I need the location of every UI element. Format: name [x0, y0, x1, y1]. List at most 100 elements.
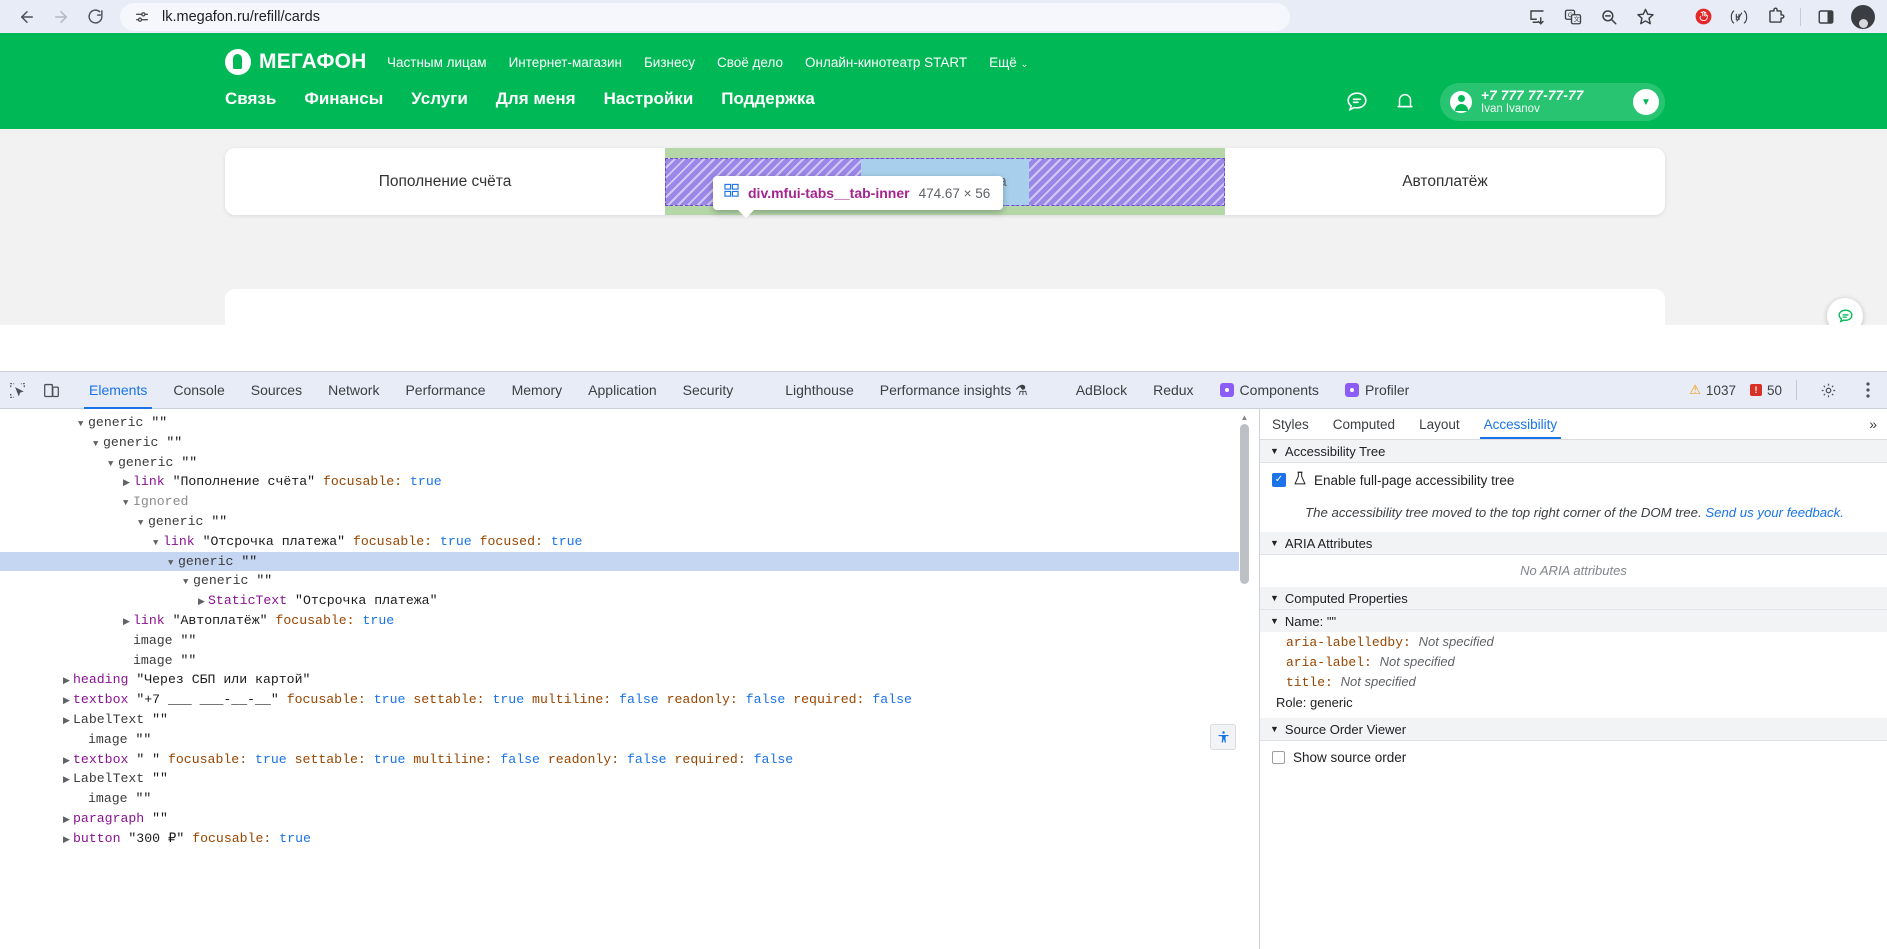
megafon-logo[interactable]: МЕГАФОН: [225, 49, 367, 75]
tab-profiler[interactable]: Profiler: [1332, 372, 1422, 409]
reload-button[interactable]: [78, 3, 112, 31]
sidebar-tab-styles[interactable]: Styles: [1260, 409, 1321, 439]
forward-button[interactable]: [44, 3, 78, 31]
back-button[interactable]: [10, 3, 44, 31]
a11y-tree-row[interactable]: ▼ generic "": [0, 433, 1250, 453]
warning-count[interactable]: ⚠ 1037: [1689, 382, 1736, 398]
a11y-tree-row[interactable]: ▼ generic "": [0, 453, 1250, 473]
tab-network[interactable]: Network: [315, 372, 392, 409]
tab-redux[interactable]: Redux: [1140, 372, 1206, 409]
expand-triangle-right-icon[interactable]: ▶: [123, 613, 133, 633]
tab-security[interactable]: Security: [670, 372, 747, 409]
sidebar-more-tabs-icon[interactable]: »: [1859, 409, 1887, 439]
adblock-icon[interactable]: [1692, 6, 1714, 28]
address-bar[interactable]: lk.megafon.ru/refill/cards: [120, 2, 1290, 31]
a11y-tree-row[interactable]: ▶ LabelText "": [0, 769, 1250, 789]
expand-triangle-right-icon[interactable]: ▶: [63, 831, 73, 851]
a11y-tree-row[interactable]: ▶ textbox "+7 ___ ___-__-__" focusable: t…: [0, 690, 1250, 710]
scroll-up-arrow-icon[interactable]: ▲: [1239, 412, 1250, 423]
a11y-tree-row[interactable]: image "": [0, 631, 1250, 651]
expand-triangle-down-icon[interactable]: ▼: [123, 494, 133, 514]
chat-bubble-icon[interactable]: [1344, 89, 1370, 115]
checkbox-checked-icon[interactable]: ✓: [1272, 473, 1286, 487]
feedback-link[interactable]: Send us your feedback.: [1705, 505, 1844, 520]
tab-performance-insights[interactable]: Performance insights ⚗: [867, 372, 1041, 409]
chat-support-icon[interactable]: [1827, 298, 1863, 325]
section-computed-properties[interactable]: ▼ Computed Properties: [1260, 587, 1887, 611]
zoom-out-icon[interactable]: [1598, 6, 1620, 28]
expand-triangle-down-icon[interactable]: ▼: [168, 554, 178, 574]
bookmark-star-icon[interactable]: [1634, 6, 1656, 28]
expand-triangle-down-icon[interactable]: ▼: [153, 534, 163, 554]
a11y-tree-row[interactable]: image "": [0, 789, 1250, 809]
a11y-tree-row[interactable]: ▶ link "Автоплатёж" focusable: true: [0, 611, 1250, 631]
tab-components[interactable]: Components: [1207, 372, 1332, 409]
a11y-tree-row[interactable]: ▶ paragraph "": [0, 809, 1250, 829]
section-aria-attributes[interactable]: ▼ ARIA Attributes: [1260, 532, 1887, 556]
expand-triangle-down-icon[interactable]: ▼: [138, 514, 148, 534]
sidebar-tab-layout[interactable]: Layout: [1407, 409, 1472, 439]
install-app-icon[interactable]: [1526, 6, 1548, 28]
a11y-tree-row[interactable]: image "": [0, 651, 1250, 671]
side-panel-icon[interactable]: [1815, 6, 1837, 28]
sidebar-tab-accessibility[interactable]: Accessibility: [1472, 409, 1570, 439]
expand-triangle-right-icon[interactable]: ▶: [63, 811, 73, 831]
top-link-own-business[interactable]: Своё дело: [717, 55, 783, 70]
expand-triangle-right-icon[interactable]: ▶: [63, 712, 73, 732]
a11y-tree-row[interactable]: ▼ generic "": [0, 413, 1250, 433]
expand-triangle-right-icon[interactable]: ▶: [63, 771, 73, 791]
accessibility-tree-pane[interactable]: ▼ generic "" ▼ generic "" ▼ generic "" ▶ link "…: [0, 409, 1250, 949]
a11y-tree-row[interactable]: ▶ LabelText "": [0, 710, 1250, 730]
a11y-tree-row[interactable]: ▶ textbox " " focusable: true settable: t…: [0, 750, 1250, 770]
a11y-tree-row[interactable]: ▼ Ignored: [0, 492, 1250, 512]
a11y-tree-row[interactable]: ▶ StaticText "Отсрочка платежа": [0, 591, 1250, 611]
nav-item-podderzhka[interactable]: Поддержка: [721, 89, 815, 109]
nav-item-finansy[interactable]: Финансы: [304, 89, 383, 109]
expand-triangle-down-icon[interactable]: ▼: [78, 415, 88, 435]
a11y-tree-row[interactable]: ▶ heading "Через СБП или картой": [0, 670, 1250, 690]
account-menu-button[interactable]: +7 777 77-77-77 Ivan Ivanov ▼: [1440, 83, 1665, 121]
notification-bell-icon[interactable]: [1392, 89, 1418, 115]
tab-console[interactable]: Console: [160, 372, 237, 409]
expand-triangle-right-icon[interactable]: ▶: [63, 692, 73, 712]
top-link-more[interactable]: Ещё ⌄: [989, 55, 1028, 70]
nav-item-nastroyki[interactable]: Настройки: [604, 89, 694, 109]
show-source-order-row[interactable]: Show source order: [1260, 741, 1887, 765]
a11y-tree-row[interactable]: ▶ link "Пополнение счёта" focusable: true: [0, 472, 1250, 492]
nav-item-dlya-menya[interactable]: Для меня: [496, 89, 576, 109]
top-link-shop[interactable]: Интернет-магазин: [509, 55, 622, 70]
site-settings-icon[interactable]: [130, 7, 154, 27]
a11y-tree-row[interactable]: ▼ link "Отсрочка платежа" focusable: true…: [0, 532, 1250, 552]
expand-triangle-down-icon[interactable]: ▼: [108, 455, 118, 475]
top-link-private[interactable]: Частным лицам: [387, 55, 487, 70]
hypothesis-icon[interactable]: [1728, 6, 1750, 28]
tab-sources[interactable]: Sources: [238, 372, 315, 409]
inspect-element-icon[interactable]: [0, 375, 34, 405]
gear-icon[interactable]: [1811, 375, 1845, 405]
tab-lighthouse[interactable]: Lighthouse: [772, 372, 867, 409]
expand-triangle-right-icon[interactable]: ▶: [198, 593, 208, 613]
nav-item-svyaz[interactable]: Связь: [225, 89, 276, 109]
tab-popolnenie-scheta[interactable]: Пополнение счёта: [225, 148, 665, 215]
translate-icon[interactable]: G文: [1562, 6, 1584, 28]
device-toolbar-icon[interactable]: [34, 375, 68, 405]
a11y-tree-row[interactable]: ▶ button "300 ₽" focusable: true: [0, 829, 1250, 849]
tab-performance[interactable]: Performance: [392, 372, 498, 409]
kebab-menu-icon[interactable]: [1859, 375, 1877, 405]
nav-item-uslugi[interactable]: Услуги: [411, 89, 468, 109]
expand-triangle-down-icon[interactable]: ▼: [183, 573, 193, 593]
tab-elements[interactable]: Elements: [76, 372, 160, 409]
enable-fullpage-a11y-row[interactable]: ✓ Enable full-page accessibility tree: [1272, 471, 1877, 489]
expand-triangle-down-icon[interactable]: ▼: [93, 435, 103, 455]
accessibility-person-icon[interactable]: [1210, 724, 1236, 750]
tab-application[interactable]: Application: [575, 372, 670, 409]
computed-name-row[interactable]: ▼ Name: "": [1260, 610, 1887, 633]
top-link-start[interactable]: Онлайн-кинотеатр START: [805, 55, 967, 70]
chevron-down-icon[interactable]: ▼: [1633, 89, 1659, 115]
checkbox-unchecked-icon[interactable]: [1272, 751, 1285, 765]
sidebar-tab-computed[interactable]: Computed: [1321, 409, 1407, 439]
tab-memory[interactable]: Memory: [499, 372, 576, 409]
section-source-order-viewer[interactable]: ▼ Source Order Viewer: [1260, 718, 1887, 742]
a11y-tree-row[interactable]: ▼ generic "": [0, 551, 1250, 574]
a11y-tree-row[interactable]: image "": [0, 730, 1250, 750]
